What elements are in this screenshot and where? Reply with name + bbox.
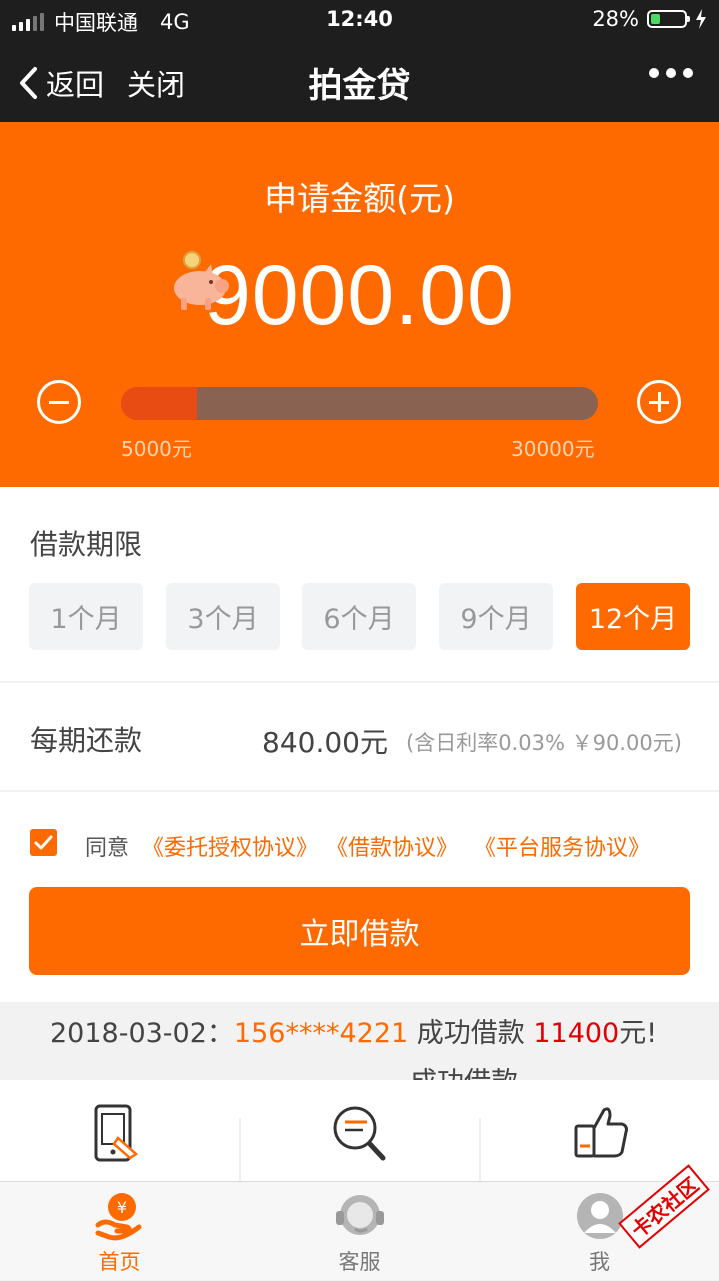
term-option-6[interactable]: 6个月 <box>302 583 416 650</box>
thumbs-up-icon <box>574 1107 628 1158</box>
feature-search[interactable] <box>240 1080 479 1181</box>
customer-service-icon <box>335 1195 384 1235</box>
minus-icon <box>49 401 69 404</box>
term-section: 借款期限 1个月 3个月 6个月 9个月 12个月 <box>0 487 719 681</box>
status-right: 28% <box>592 7 707 31</box>
amount-label: 申请金额(元) <box>264 179 455 218</box>
ticker-next-item: 成功借款 <box>410 1060 518 1080</box>
term-option-9[interactable]: 9个月 <box>439 583 553 650</box>
term-option-12[interactable]: 12个月 <box>576 583 690 650</box>
charging-icon <box>696 9 706 29</box>
tab-customer-service[interactable]: 客服 <box>240 1182 479 1281</box>
repayment-amount: 840.00元 <box>262 726 388 759</box>
term-option-3[interactable]: 3个月 <box>166 583 280 650</box>
ticker-date: 2018-03-02： <box>50 1018 234 1049</box>
loan-ticker: 2018-03-02：156****4221 成功借款 11400元! 成功借款 <box>0 1002 719 1080</box>
more-icon[interactable] <box>649 68 693 78</box>
amount-panel: 申请金额(元) 9000.00 5000元 30000元 <box>0 122 719 487</box>
amount-slider[interactable] <box>121 387 598 420</box>
tab-home[interactable]: ¥ 首页 <box>0 1182 239 1281</box>
platform-agreement-link[interactable]: 《平台服务协议》 <box>474 830 650 862</box>
apply-loan-button[interactable]: 立即借款 <box>29 887 690 975</box>
phone-touch-icon <box>94 1104 138 1162</box>
tab-customer-service-label: 客服 <box>338 1250 381 1274</box>
repayment-note: (含日利率0.03% ￥90.00元) <box>406 731 682 755</box>
min-amount-label: 5000元 <box>121 437 192 461</box>
home-money-icon: ¥ <box>95 1193 141 1241</box>
status-bar: 中国联通 4G 12:40 28% <box>0 0 719 40</box>
check-icon <box>34 835 53 850</box>
tab-me-label: 我 <box>589 1250 610 1274</box>
search-document-icon <box>333 1106 385 1161</box>
amount-value: 9000.00 <box>204 248 515 342</box>
ticker-text: 成功借款 <box>408 1018 534 1049</box>
nav-bar: 返回 关闭 拍金贷 <box>0 40 719 122</box>
ticker-unit: 元! <box>619 1018 658 1049</box>
slider-fill <box>121 387 197 420</box>
piggy-bank-icon[interactable] <box>165 250 235 312</box>
repayment-label: 每期还款 <box>30 724 143 757</box>
page-title: 拍金贷 <box>308 66 411 106</box>
loan-agreement-link[interactable]: 《借款协议》 <box>326 830 458 862</box>
term-title: 借款期限 <box>30 528 143 561</box>
term-option-1[interactable]: 1个月 <box>29 583 143 650</box>
agree-label: 同意 <box>85 836 130 861</box>
increase-button[interactable] <box>637 380 681 424</box>
user-icon <box>576 1193 623 1239</box>
ticker-phone: 156****4221 <box>233 1018 409 1049</box>
entrust-agreement-link[interactable]: 《委托授权协议》 <box>142 830 318 862</box>
tab-bar: ¥ 首页 客服 我 <box>0 1181 719 1280</box>
tab-home-label: 首页 <box>98 1250 141 1274</box>
svg-text:¥: ¥ <box>116 1198 126 1217</box>
agree-checkbox[interactable] <box>30 829 57 856</box>
feature-recommend[interactable] <box>480 1080 719 1181</box>
repayment-row: 每期还款 840.00元 (含日利率0.03% ￥90.00元) <box>0 683 719 790</box>
ticker-item: 2018-03-02：156****4221 成功借款 11400元! <box>50 1011 657 1050</box>
feature-row <box>0 1080 719 1181</box>
max-amount-label: 30000元 <box>511 437 595 461</box>
agreement-section: 同意 《委托授权协议》 《借款协议》 《平台服务协议》 立即借款 <box>0 792 719 1002</box>
decrease-button[interactable] <box>37 380 81 424</box>
battery-percent: 28% <box>592 7 639 31</box>
battery-icon <box>647 10 690 28</box>
ticker-amount: 11400 <box>533 1018 620 1049</box>
feature-phone[interactable] <box>0 1080 239 1181</box>
